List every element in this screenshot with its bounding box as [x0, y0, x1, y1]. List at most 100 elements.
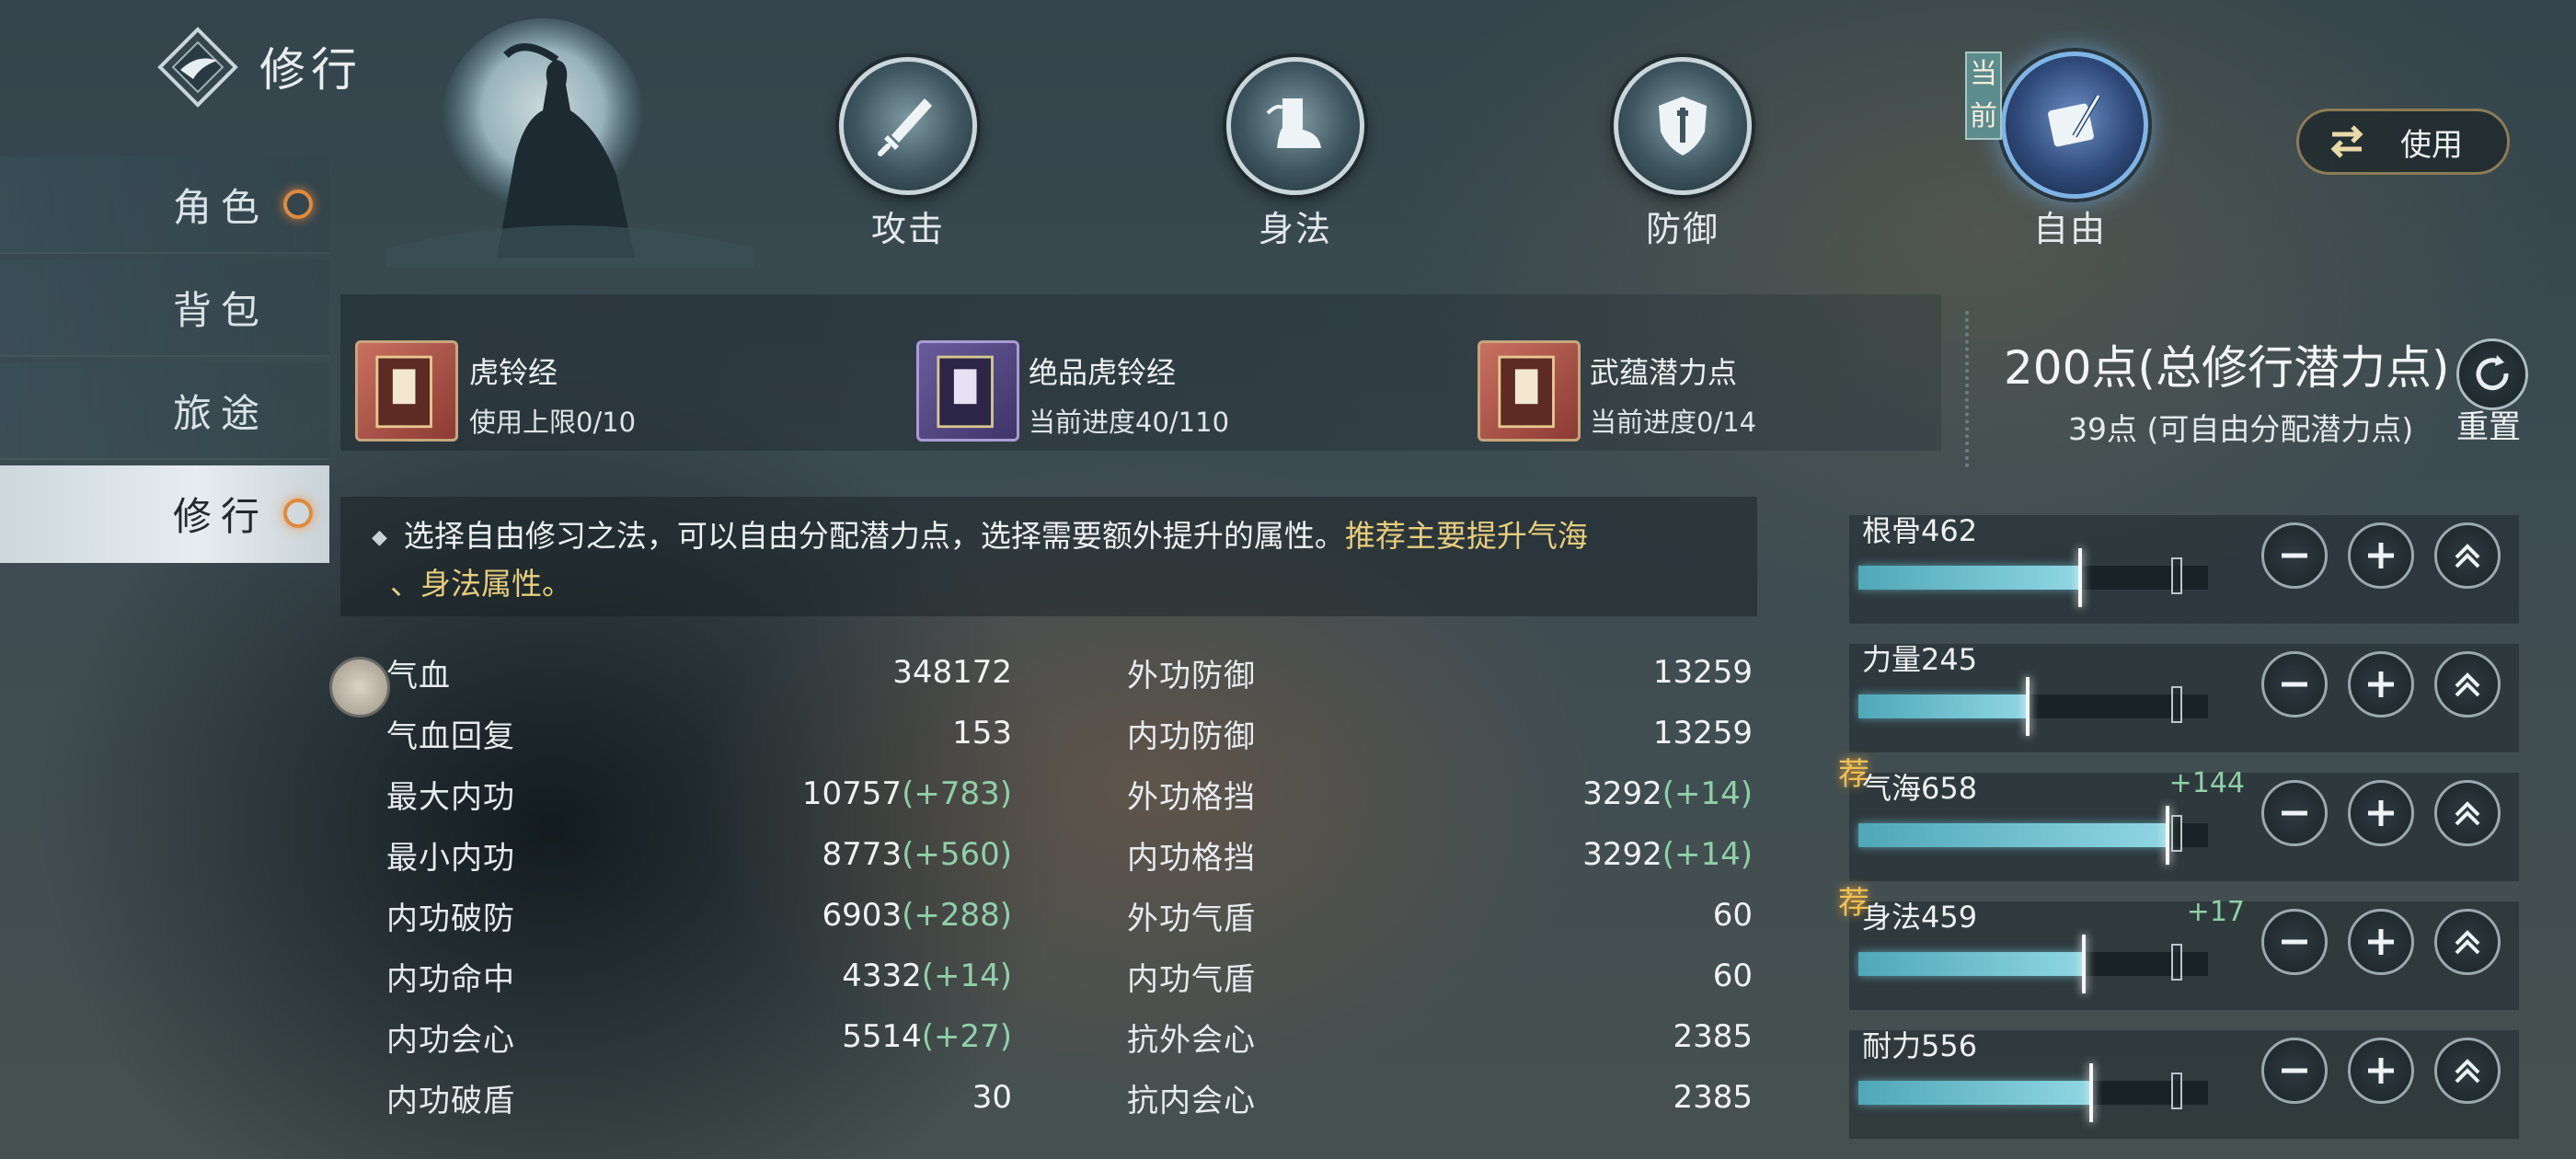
- max-button[interactable]: [2434, 909, 2501, 975]
- shield-icon: [1659, 97, 1707, 155]
- sidebar-item-label: 背包: [173, 287, 270, 333]
- attribute-bar-handle[interactable]: [2026, 677, 2030, 736]
- attribute-bar-handle[interactable]: [2082, 935, 2086, 993]
- stat-name: 内功气盾: [1127, 960, 1256, 998]
- boot-icon: [1266, 98, 1321, 148]
- minus-icon: [2282, 810, 2307, 816]
- stat-value: 10757(+783): [801, 775, 1012, 812]
- stat-value: 60: [1712, 897, 1753, 934]
- tiger-bell-sutra-book-icon[interactable]: [355, 340, 458, 442]
- use-button[interactable]: 使用: [2296, 109, 2510, 175]
- stat-value: 6903(+288): [822, 897, 1012, 934]
- stat-row: 内功会心 5514(+27): [386, 1006, 1012, 1067]
- stat-row: 气血 348172: [386, 642, 1012, 703]
- attribute-bar-fill: [1858, 566, 2078, 590]
- plus-button[interactable]: [2348, 1038, 2414, 1104]
- attribute-bar-fill: [1858, 952, 2082, 976]
- minus-button[interactable]: [2261, 522, 2328, 589]
- stat-row: 内功防御 13259: [1127, 703, 1753, 763]
- stat-name: 最小内功: [386, 839, 515, 877]
- max-button[interactable]: [2434, 522, 2501, 589]
- tab-defense-label: 防御: [1645, 209, 1719, 249]
- description: ◆ 选择自由修习之法，可以自由分配潜力点，选择需要额外提升的属性。推荐主要提升气海…: [372, 518, 1588, 602]
- item-name: 虎铃经: [469, 355, 558, 390]
- item-sub: 使用上限0/10: [469, 407, 637, 438]
- tab-movement[interactable]: [1226, 57, 1364, 195]
- attribute-bar-handle[interactable]: [2166, 806, 2169, 865]
- minus-button[interactable]: [2261, 651, 2328, 717]
- attribute-bar-marker: [2171, 944, 2182, 981]
- minus-icon: [2282, 553, 2307, 558]
- stat-name: 内功破防: [386, 900, 515, 937]
- plus-button[interactable]: [2348, 522, 2414, 589]
- bullet-icon: ◆: [372, 525, 387, 549]
- stat-name: 内功格挡: [1127, 839, 1256, 877]
- double-chevron-up-icon: [2455, 930, 2480, 955]
- max-button[interactable]: [2434, 651, 2501, 717]
- current-tag: 当前: [1965, 52, 2002, 140]
- stat-value: 30: [972, 1079, 1012, 1116]
- notification-dot: [283, 189, 313, 219]
- stat-value: 5514(+27): [842, 1018, 1012, 1055]
- minus-button[interactable]: [2261, 1038, 2328, 1104]
- attribute-bar-fill: [1858, 694, 2026, 718]
- stat-name: 内功防御: [1127, 717, 1256, 755]
- sidebar-item-role[interactable]: 角色: [0, 156, 329, 254]
- minus-button[interactable]: [2261, 780, 2328, 846]
- max-button[interactable]: [2434, 1038, 2501, 1104]
- item-name: 绝品虎铃经: [1029, 355, 1177, 390]
- stat-name: 内功破盾: [386, 1082, 515, 1119]
- tab-free-label: 自由: [2032, 209, 2107, 249]
- sidebar-item-bag[interactable]: 背包: [0, 259, 329, 357]
- plus-button[interactable]: [2348, 780, 2414, 846]
- sidebar-item-journey[interactable]: 旅途: [0, 362, 329, 460]
- stat-value: 8773(+560): [822, 836, 1012, 873]
- stat-value: 13259: [1652, 654, 1753, 691]
- stat-name: 外功防御: [1127, 657, 1256, 694]
- plus-icon: [2368, 800, 2394, 826]
- page-title: 修行: [259, 43, 362, 97]
- premium-tiger-bell-sutra-book-icon[interactable]: [916, 340, 1019, 442]
- stat-row: 抗内会心 2385: [1127, 1067, 1753, 1128]
- stat-row: 内功格挡 3292(+14): [1127, 824, 1753, 885]
- scroll-quill-icon: [2048, 94, 2101, 147]
- swap-icon: [2330, 125, 2363, 158]
- attribute-bonus: +17: [2186, 896, 2245, 928]
- stats-left-column: 气血 348172 气血回复 153 最大内功 10757(+783) 最小内功 8773(+…: [386, 642, 1012, 1128]
- sidebar-item-cultivation[interactable]: 修行: [0, 465, 329, 563]
- stat-row: 内功破防 6903(+288): [386, 885, 1012, 946]
- total-potential-points: 200点(总修行潜力点): [2004, 341, 2450, 395]
- stat-value: 2385: [1673, 1018, 1753, 1055]
- plus-button[interactable]: [2348, 651, 2414, 717]
- stat-row: 气血回复 153: [386, 703, 1012, 763]
- tab-defense[interactable]: [1614, 57, 1752, 195]
- tab-attack[interactable]: [839, 57, 977, 195]
- sidebar-item-label: 角色: [173, 184, 270, 230]
- stat-name: 气血回复: [386, 717, 515, 755]
- minus-button[interactable]: [2261, 909, 2328, 975]
- attribute-bar-handle[interactable]: [2078, 548, 2082, 607]
- tab-free[interactable]: [2001, 52, 2148, 199]
- double-chevron-up-icon: [2455, 672, 2480, 697]
- attribute-name: 力量245: [1862, 642, 1978, 677]
- stat-row: 内功破盾 30: [386, 1067, 1012, 1128]
- attribute-bar-fill: [1858, 1081, 2089, 1105]
- stat-name: 内功命中: [386, 960, 515, 998]
- plus-icon: [2368, 671, 2394, 697]
- hero-character-illustration: [386, 18, 754, 267]
- attribute-bar-marker: [2171, 815, 2182, 852]
- plus-icon: [2368, 543, 2394, 568]
- stat-value: 13259: [1652, 715, 1753, 752]
- use-button-label: 使用: [2400, 126, 2463, 164]
- martial-potential-book-icon[interactable]: [1478, 340, 1581, 442]
- free-potential-points: 39点 (可自由分配潜力点): [2068, 411, 2414, 447]
- stat-name: 外功格挡: [1127, 778, 1256, 816]
- max-button[interactable]: [2434, 780, 2501, 846]
- minus-icon: [2282, 939, 2307, 945]
- stat-row: 外功气盾 60: [1127, 885, 1753, 946]
- plus-icon: [2368, 929, 2394, 955]
- reset-button[interactable]: [2456, 339, 2528, 410]
- plus-button[interactable]: [2348, 909, 2414, 975]
- attribute-bar-handle[interactable]: [2089, 1063, 2093, 1122]
- logo-icon: [157, 27, 238, 108]
